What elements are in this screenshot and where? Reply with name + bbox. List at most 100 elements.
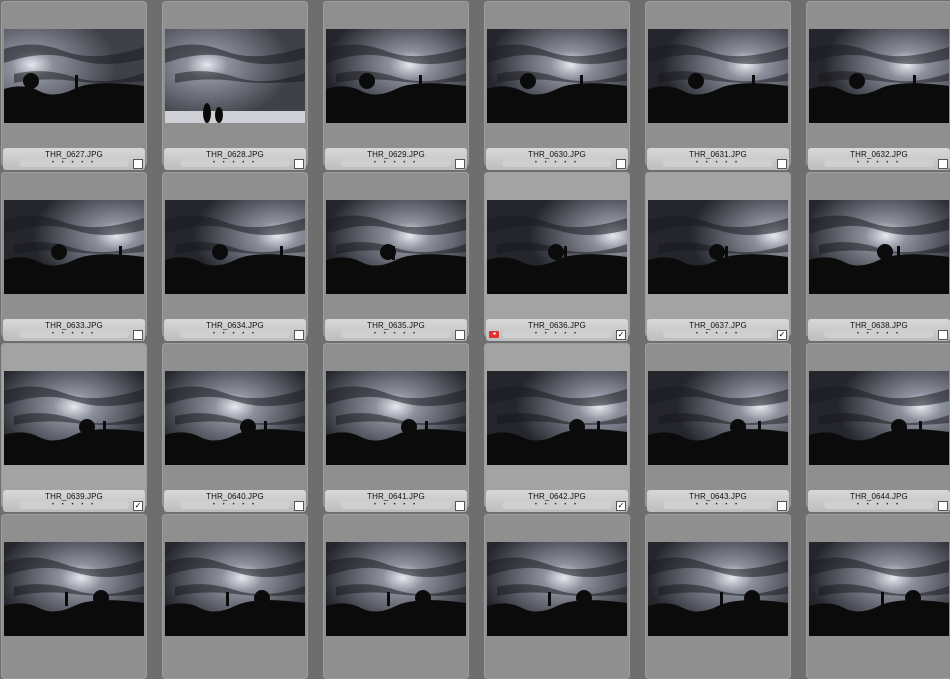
filename-label: THR_0631.JPG xyxy=(689,150,747,159)
filename-label: THR_0640.JPG xyxy=(206,492,264,501)
select-checkbox[interactable]: ✓ xyxy=(133,501,143,511)
thumbnail-cell[interactable]: THR_0639.JPG • • • • • ✓ xyxy=(1,343,147,512)
photo-thumbnail[interactable] xyxy=(487,200,627,294)
rating-dots[interactable]: • • • • • xyxy=(180,159,290,167)
filename-label: THR_0644.JPG xyxy=(850,492,908,501)
thumbnail-cell[interactable]: THR_0640.JPG • • • • • xyxy=(162,343,308,512)
label-bar: THR_0640.JPG • • • • • xyxy=(164,490,306,512)
photo-thumbnail[interactable] xyxy=(648,29,788,123)
label-bar: THR_0634.JPG • • • • • xyxy=(164,319,306,341)
thumbnail-cell[interactable]: THR_0636.JPG • • • • • ◂ ✓ xyxy=(484,172,630,341)
thumbnail-cell[interactable]: THR_0637.JPG • • • • • ✓ xyxy=(645,172,791,341)
photo-thumbnail[interactable] xyxy=(648,371,788,465)
thumbnail-grid: THR_0627.JPG • • • • • THR_0628.JPG • • • •… xyxy=(0,0,950,679)
select-checkbox[interactable] xyxy=(133,159,143,169)
filename-label: THR_0641.JPG xyxy=(367,492,425,501)
thumbnail-cell[interactable]: THR_0635.JPG • • • • • xyxy=(323,172,469,341)
photo-thumbnail[interactable] xyxy=(487,371,627,465)
rating-dots[interactable]: • • • • • xyxy=(341,501,451,509)
photo-thumbnail[interactable] xyxy=(165,29,305,123)
thumbnail-cell[interactable]: THR_0634.JPG • • • • • xyxy=(162,172,308,341)
select-checkbox[interactable] xyxy=(938,330,948,340)
select-checkbox[interactable] xyxy=(938,159,948,169)
photo-thumbnail[interactable] xyxy=(487,542,627,636)
select-checkbox[interactable] xyxy=(133,330,143,340)
photo-thumbnail[interactable] xyxy=(4,542,144,636)
thumbnail-cell[interactable]: THR_0638.JPG • • • • • xyxy=(806,172,950,341)
label-bar: THR_0628.JPG • • • • • xyxy=(164,148,306,170)
thumbnail-cell[interactable]: THR_0631.JPG • • • • • xyxy=(645,1,791,170)
thumbnail-cell[interactable]: THR_0629.JPG • • • • • xyxy=(323,1,469,170)
thumbnail-cell[interactable]: THR_0642.JPG • • • • • ✓ xyxy=(484,343,630,512)
photo-thumbnail[interactable] xyxy=(4,29,144,123)
filename-label: THR_0633.JPG xyxy=(45,321,103,330)
photo-thumbnail[interactable] xyxy=(809,200,949,294)
thumbnail-cell[interactable]: THR_0628.JPG • • • • • xyxy=(162,1,308,170)
thumbnail-cell[interactable] xyxy=(645,514,791,679)
filename-label: THR_0635.JPG xyxy=(367,321,425,330)
rating-dots[interactable]: • • • • • xyxy=(824,159,934,167)
select-checkbox[interactable]: ✓ xyxy=(616,330,626,340)
select-checkbox[interactable] xyxy=(777,159,787,169)
rating-dots[interactable]: • • • • • xyxy=(341,159,451,167)
select-checkbox[interactable] xyxy=(455,330,465,340)
thumbnail-cell[interactable]: THR_0627.JPG • • • • • xyxy=(1,1,147,170)
select-checkbox[interactable]: ✓ xyxy=(616,501,626,511)
thumbnail-cell[interactable] xyxy=(806,514,950,679)
rating-dots[interactable]: • • • • • xyxy=(19,501,129,509)
label-bar: THR_0635.JPG • • • • • xyxy=(325,319,467,341)
filename-label: THR_0636.JPG xyxy=(528,321,586,330)
thumbnail-cell[interactable] xyxy=(162,514,308,679)
thumbnail-cell[interactable]: THR_0641.JPG • • • • • xyxy=(323,343,469,512)
photo-thumbnail[interactable] xyxy=(326,29,466,123)
rating-dots[interactable]: • • • • • xyxy=(180,330,290,338)
rating-dots[interactable]: • • • • • xyxy=(502,501,612,509)
photo-thumbnail[interactable] xyxy=(648,200,788,294)
thumbnail-cell[interactable]: THR_0632.JPG • • • • • xyxy=(806,1,950,170)
photo-thumbnail[interactable] xyxy=(165,200,305,294)
rating-dots[interactable]: • • • • • xyxy=(19,330,129,338)
thumbnail-cell[interactable] xyxy=(484,514,630,679)
photo-thumbnail[interactable] xyxy=(165,371,305,465)
photo-thumbnail[interactable] xyxy=(4,200,144,294)
filename-label: THR_0627.JPG xyxy=(45,150,103,159)
rating-dots[interactable]: • • • • • xyxy=(663,159,773,167)
label-bar: THR_0631.JPG • • • • • xyxy=(647,148,789,170)
select-checkbox[interactable] xyxy=(616,159,626,169)
photo-thumbnail[interactable] xyxy=(326,371,466,465)
rating-dots[interactable]: • • • • • xyxy=(180,501,290,509)
rating-dots[interactable]: • • • • • xyxy=(341,330,451,338)
thumbnail-cell[interactable]: THR_0644.JPG • • • • • xyxy=(806,343,950,512)
rating-dots[interactable]: • • • • • xyxy=(502,330,612,338)
thumbnail-cell[interactable]: THR_0633.JPG • • • • • xyxy=(1,172,147,341)
rating-dots[interactable]: • • • • • xyxy=(663,330,773,338)
flag-icon[interactable]: ◂ xyxy=(489,331,499,338)
rating-dots[interactable]: • • • • • xyxy=(824,330,934,338)
photo-thumbnail[interactable] xyxy=(487,29,627,123)
photo-thumbnail[interactable] xyxy=(4,371,144,465)
rating-dots[interactable]: • • • • • xyxy=(663,501,773,509)
thumbnail-cell[interactable]: THR_0630.JPG • • • • • xyxy=(484,1,630,170)
select-checkbox[interactable] xyxy=(938,501,948,511)
select-checkbox[interactable] xyxy=(294,330,304,340)
rating-dots[interactable]: • • • • • xyxy=(19,159,129,167)
thumbnail-cell[interactable] xyxy=(323,514,469,679)
photo-thumbnail[interactable] xyxy=(809,29,949,123)
photo-thumbnail[interactable] xyxy=(165,542,305,636)
photo-thumbnail[interactable] xyxy=(809,371,949,465)
photo-thumbnail[interactable] xyxy=(809,542,949,636)
select-checkbox[interactable] xyxy=(294,159,304,169)
select-checkbox[interactable] xyxy=(294,501,304,511)
photo-thumbnail[interactable] xyxy=(326,542,466,636)
rating-dots[interactable]: • • • • • xyxy=(502,159,612,167)
rating-dots[interactable]: • • • • • xyxy=(824,501,934,509)
thumbnail-cell[interactable]: THR_0643.JPG • • • • • xyxy=(645,343,791,512)
select-checkbox[interactable] xyxy=(455,501,465,511)
select-checkbox[interactable] xyxy=(777,501,787,511)
photo-thumbnail[interactable] xyxy=(326,200,466,294)
select-checkbox[interactable]: ✓ xyxy=(777,330,787,340)
select-checkbox[interactable] xyxy=(455,159,465,169)
photo-thumbnail[interactable] xyxy=(648,542,788,636)
label-bar: THR_0639.JPG • • • • • ✓ xyxy=(3,490,145,512)
thumbnail-cell[interactable] xyxy=(1,514,147,679)
